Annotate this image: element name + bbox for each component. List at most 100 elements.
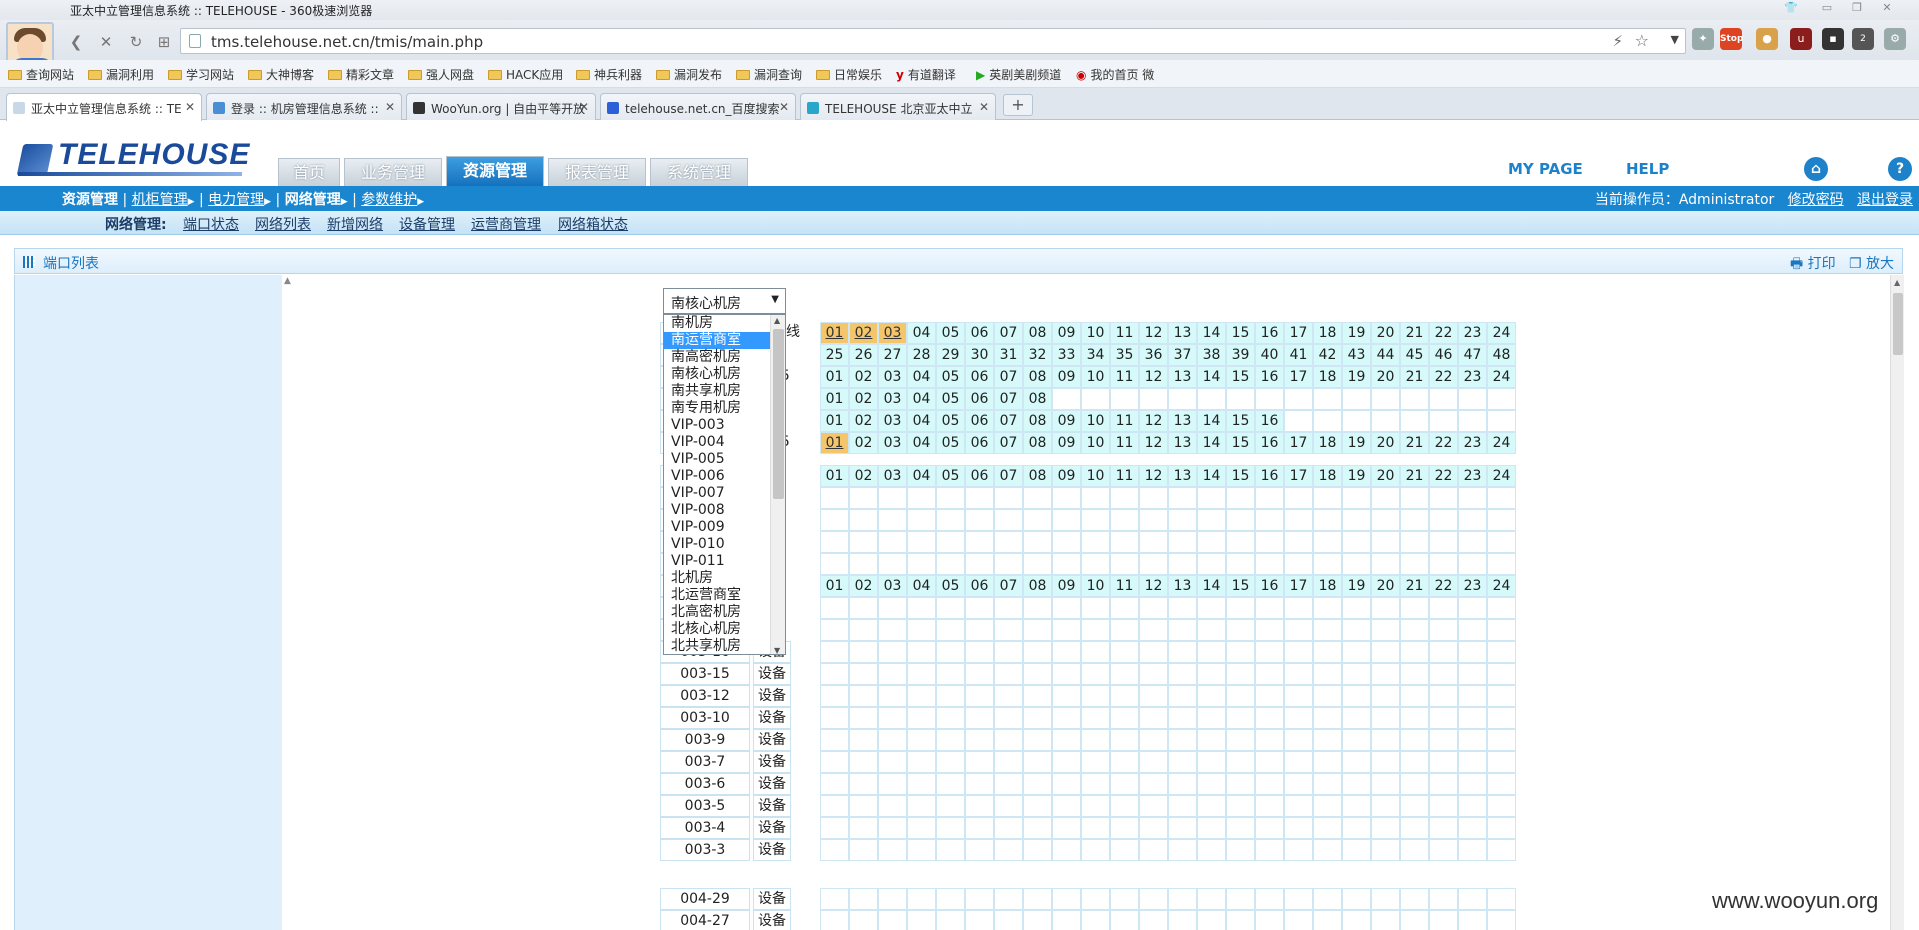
stop-icon[interactable]: ✕	[96, 32, 116, 52]
port-cell[interactable]: 10	[1081, 575, 1110, 597]
room-option[interactable]: 北共享机房	[664, 638, 770, 654]
port-cell[interactable]: 10	[1081, 366, 1110, 388]
bookmark-item[interactable]: ▶ 英剧美剧频道	[976, 66, 1061, 83]
port-cell[interactable]: 16	[1255, 366, 1284, 388]
url-bar[interactable]: tms.telehouse.net.cn/tmis/main.php ⚡ ☆ ▼	[180, 28, 1686, 54]
main-tab-resource[interactable]: 资源管理	[446, 156, 544, 186]
port-cell[interactable]: 10	[1081, 322, 1110, 344]
port-cell[interactable]: 19	[1342, 575, 1371, 597]
room-option[interactable]: VIP-010	[664, 536, 770, 553]
main-tab-system[interactable]: 系统管理	[650, 158, 748, 186]
port-cell[interactable]: 08	[1023, 465, 1052, 487]
ublock-icon[interactable]: u	[1790, 28, 1812, 50]
port-cell[interactable]: 04	[907, 388, 936, 410]
lightning-icon[interactable]: ⚡	[1612, 32, 1623, 50]
port-cell[interactable]: 27	[878, 344, 907, 366]
port-cell[interactable]: 13	[1168, 410, 1197, 432]
main-tab-business[interactable]: 业务管理	[344, 158, 442, 186]
shirt-icon[interactable]: 👕	[1780, 0, 1802, 16]
port-cell[interactable]: 07	[994, 410, 1023, 432]
port-cell[interactable]: 24	[1487, 432, 1516, 454]
bookmark-item[interactable]: y 有道翻译	[896, 66, 956, 83]
sub-link-network-list[interactable]: 网络列表	[255, 214, 311, 234]
port-cell[interactable]: 24	[1487, 575, 1516, 597]
port-cell[interactable]: 15	[1226, 410, 1255, 432]
cookie-icon[interactable]: ●	[1756, 28, 1778, 50]
port-cell[interactable]: 17	[1284, 322, 1313, 344]
port-cell[interactable]: 36	[1139, 344, 1168, 366]
crumb-params[interactable]: 参数维护	[361, 192, 417, 208]
port-cell[interactable]: 05	[936, 388, 965, 410]
port-cell[interactable]: 11	[1110, 366, 1139, 388]
port-cell[interactable]: 14	[1197, 366, 1226, 388]
port-cell[interactable]: 02	[849, 388, 878, 410]
port-cell[interactable]: 03	[878, 366, 907, 388]
port-cell[interactable]: 01	[820, 410, 849, 432]
port-cell[interactable]: 32	[1023, 344, 1052, 366]
port-cell[interactable]: 11	[1110, 322, 1139, 344]
port-cell[interactable]: 06	[965, 388, 994, 410]
port-cell[interactable]: 19	[1342, 366, 1371, 388]
sub-link-port-status[interactable]: 端口状态	[183, 214, 239, 234]
port-cell[interactable]: 33	[1052, 344, 1081, 366]
tab-close-icon[interactable]: ✕	[385, 100, 395, 114]
port-cell[interactable]: 48	[1487, 344, 1516, 366]
port-cell[interactable]: 12	[1139, 366, 1168, 388]
port-cell[interactable]: 21	[1400, 322, 1429, 344]
printer-icon[interactable]: 🖶	[1790, 256, 1803, 272]
zoom-button[interactable]: 放大	[1866, 256, 1894, 272]
room-select[interactable]: 南核心机房 ▼	[663, 288, 786, 314]
bookmark-item[interactable]: 漏洞查询	[736, 66, 802, 83]
port-cell[interactable]: 01	[820, 322, 849, 344]
port-cell[interactable]: 08	[1023, 432, 1052, 454]
port-cell[interactable]: 02	[849, 432, 878, 454]
room-option[interactable]: 南核心机房	[664, 366, 770, 383]
port-cell[interactable]: 23	[1458, 465, 1487, 487]
bookmark-item[interactable]: 漏洞利用	[88, 66, 154, 83]
port-cell[interactable]: 16	[1255, 322, 1284, 344]
sub-link-add-network[interactable]: 新增网络	[327, 214, 383, 234]
room-option[interactable]: VIP-011	[664, 553, 770, 570]
port-cell[interactable]: 22	[1429, 322, 1458, 344]
room-option[interactable]: 南高密机房	[664, 349, 770, 366]
crumb-power[interactable]: 电力管理	[208, 192, 264, 208]
port-cell[interactable]: 35	[1110, 344, 1139, 366]
port-cell[interactable]: 20	[1371, 575, 1400, 597]
port-cell[interactable]: 09	[1052, 410, 1081, 432]
port-cell[interactable]: 11	[1110, 465, 1139, 487]
port-cell[interactable]: 38	[1197, 344, 1226, 366]
port-cell[interactable]: 07	[994, 322, 1023, 344]
port-cell[interactable]: 14	[1197, 575, 1226, 597]
port-cell[interactable]: 05	[936, 575, 965, 597]
port-cell[interactable]: 01	[820, 388, 849, 410]
tab-close-icon[interactable]: ✕	[185, 100, 195, 114]
port-cell[interactable]: 20	[1371, 322, 1400, 344]
port-cell[interactable]: 16	[1255, 465, 1284, 487]
port-cell[interactable]: 11	[1110, 575, 1139, 597]
port-cell[interactable]: 17	[1284, 465, 1313, 487]
port-cell[interactable]: 20	[1371, 465, 1400, 487]
port-cell[interactable]: 01	[820, 575, 849, 597]
port-cell[interactable]: 19	[1342, 322, 1371, 344]
print-button[interactable]: 打印	[1808, 256, 1836, 272]
grid-icon[interactable]: ⊞	[154, 32, 174, 52]
room-option[interactable]: VIP-003	[664, 417, 770, 434]
port-cell[interactable]: 23	[1458, 432, 1487, 454]
room-option[interactable]: 南专用机房	[664, 400, 770, 417]
refresh-icon[interactable]: ↻	[126, 32, 146, 52]
room-option[interactable]: VIP-008	[664, 502, 770, 519]
port-cell[interactable]: 08	[1023, 410, 1052, 432]
port-cell[interactable]: 08	[1023, 388, 1052, 410]
port-cell[interactable]: 01	[820, 366, 849, 388]
port-cell[interactable]: 13	[1168, 366, 1197, 388]
port-cell[interactable]: 09	[1052, 465, 1081, 487]
browser-tab[interactable]: WooYun.org | 自由平等开放 ✕	[406, 93, 596, 120]
port-cell[interactable]: 07	[994, 432, 1023, 454]
port-cell[interactable]: 05	[936, 410, 965, 432]
port-cell[interactable]: 42	[1313, 344, 1342, 366]
port-cell[interactable]: 14	[1197, 432, 1226, 454]
port-cell[interactable]: 41	[1284, 344, 1313, 366]
port-cell[interactable]: 12	[1139, 410, 1168, 432]
logout-link[interactable]: 退出登录	[1857, 192, 1913, 208]
port-cell[interactable]: 02	[849, 575, 878, 597]
